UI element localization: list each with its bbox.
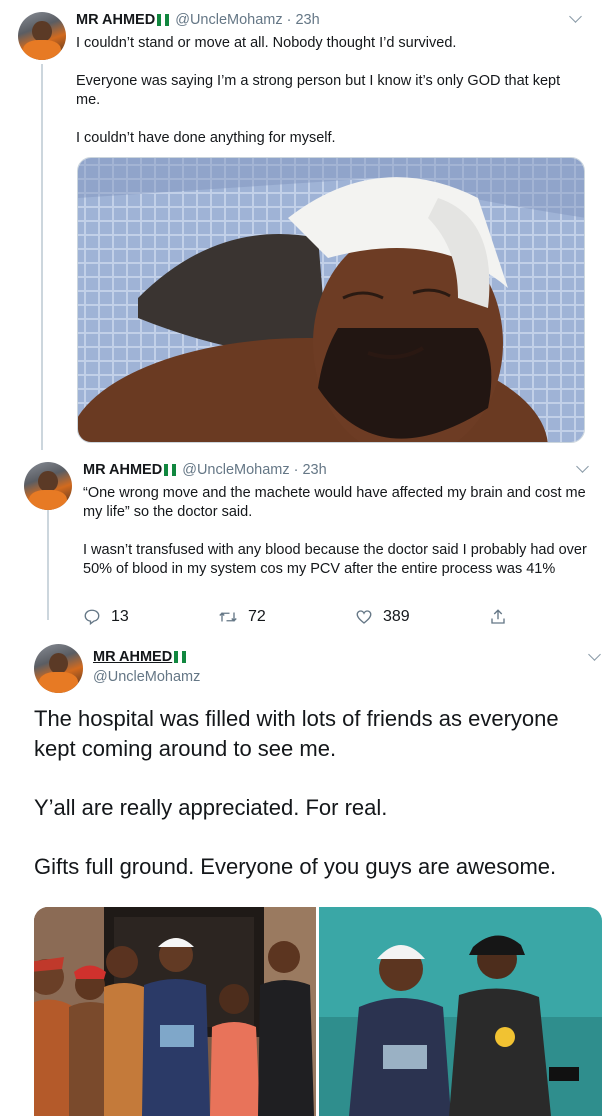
author-handle-line: @UncleMohamz — [93, 669, 200, 685]
tweet-photo[interactable] — [34, 907, 316, 1116]
tweet-1[interactable]: MR AHMED @UncleMohamz · 23h I couldn’t s… — [0, 0, 610, 456]
tweet-header: MR AHMED @UncleMohamz · 23h — [83, 462, 327, 478]
chevron-down-icon[interactable] — [588, 648, 601, 661]
tweet-text: The hospital was filled with lots of fri… — [34, 706, 559, 761]
reply-icon — [84, 609, 100, 626]
like-icon — [356, 610, 372, 624]
tweet-text: I wasn’t transfused with any blood becau… — [83, 542, 587, 577]
tweet-3[interactable]: MR AHMED @UncleMohamz The hospital was f… — [0, 632, 610, 1116]
tweet-2[interactable]: MR AHMED @UncleMohamz · 23h “One wrong m… — [0, 450, 610, 632]
author-handle[interactable]: @UncleMohamz — [175, 12, 282, 28]
chevron-down-icon[interactable] — [576, 460, 589, 473]
retweet-icon — [219, 612, 237, 622]
nigeria-flag-icon — [174, 651, 187, 663]
separator: · — [293, 462, 299, 478]
nigeria-flag-icon — [164, 464, 177, 476]
reply-button[interactable]: 13 — [83, 608, 129, 626]
retweet-button[interactable]: 72 — [218, 608, 266, 626]
author-handle[interactable]: @UncleMohamz — [93, 669, 200, 685]
avatar[interactable] — [18, 12, 66, 60]
reply-count: 13 — [111, 608, 129, 625]
avatar[interactable] — [34, 644, 83, 693]
tweet-text: Everyone was saying I’m a strong person … — [76, 73, 561, 108]
separator: · — [286, 12, 292, 28]
avatar[interactable] — [24, 462, 72, 510]
tweet-text: Gifts full ground. Everyone of you guys … — [34, 854, 557, 879]
like-count: 389 — [383, 608, 410, 625]
tweet-text: “One wrong move and the machete would ha… — [83, 485, 586, 520]
like-button[interactable]: 389 — [355, 608, 410, 626]
chevron-down-icon[interactable] — [569, 10, 582, 23]
tweet-photo[interactable] — [77, 157, 585, 443]
timestamp[interactable]: 23h — [302, 462, 326, 478]
tweet-header: MR AHMED — [93, 649, 187, 665]
tweet-photo[interactable] — [319, 907, 602, 1116]
share-icon — [491, 609, 505, 624]
share-button[interactable] — [489, 608, 517, 626]
thread-line — [47, 510, 49, 620]
nigeria-flag-icon — [157, 14, 170, 26]
author-name[interactable]: MR AHMED — [76, 12, 155, 28]
thread-line — [41, 64, 43, 456]
author-handle[interactable]: @UncleMohamz — [182, 462, 289, 478]
tweet-text: Y’all are really appreciated. For real. — [34, 795, 388, 820]
retweet-count: 72 — [248, 608, 266, 625]
tweet-photo-grid — [34, 907, 602, 1116]
tweet-header: MR AHMED @UncleMohamz · 23h — [76, 12, 320, 28]
author-name[interactable]: MR AHMED — [83, 462, 162, 478]
tweet-text: I couldn’t have done anything for myself… — [76, 130, 336, 146]
author-name[interactable]: MR AHMED — [93, 649, 172, 665]
timestamp[interactable]: 23h — [295, 12, 319, 28]
tweet-text: I couldn’t stand or move at all. Nobody … — [76, 35, 457, 51]
